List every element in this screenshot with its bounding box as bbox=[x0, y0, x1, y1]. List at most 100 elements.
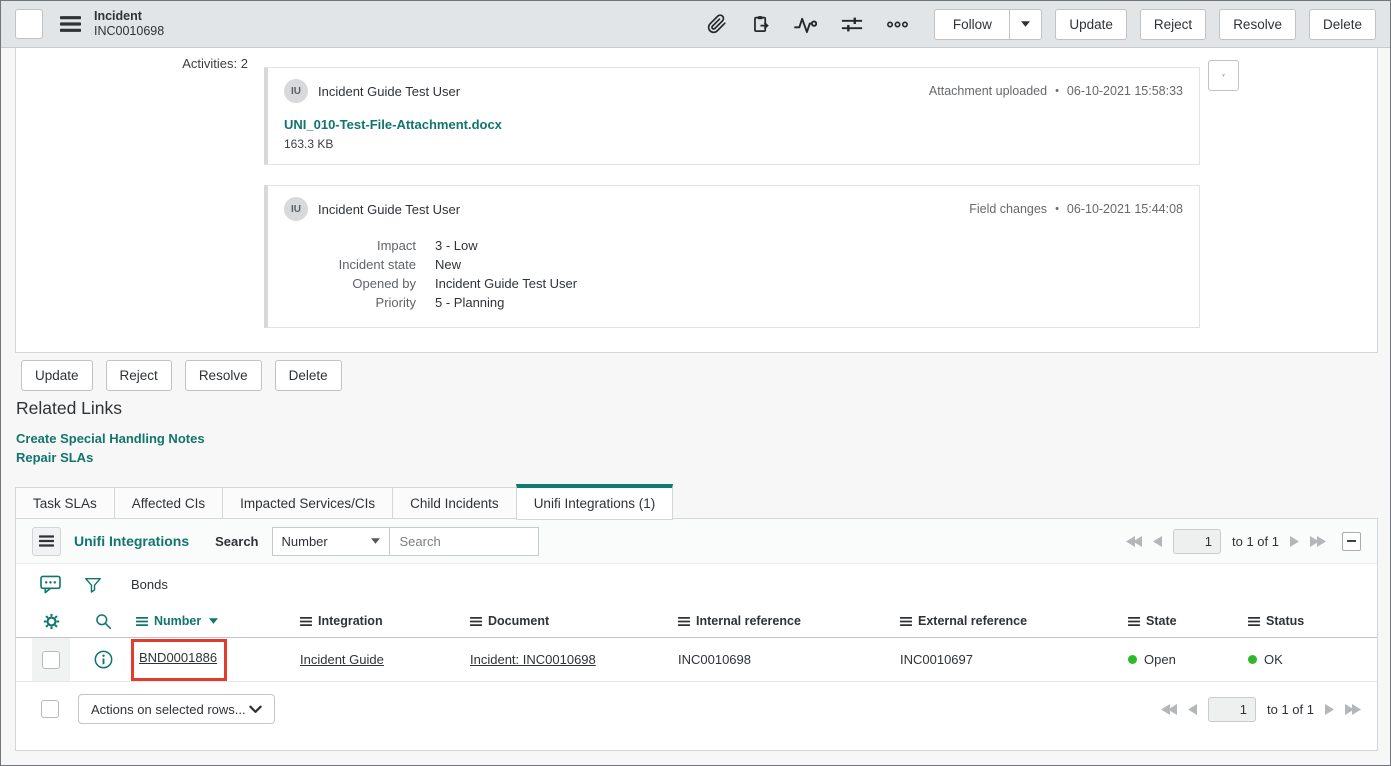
next-page-icon[interactable] bbox=[1290, 536, 1299, 547]
list-search-input[interactable] bbox=[389, 527, 539, 556]
table-search-icon[interactable] bbox=[70, 613, 136, 630]
column-header-external-reference[interactable]: External reference bbox=[900, 614, 1128, 628]
activity-stream-icon[interactable] bbox=[794, 15, 817, 34]
activity-timestamp: 06-10-2021 15:58:33 bbox=[1067, 84, 1183, 98]
page-number-input[interactable] bbox=[1208, 697, 1256, 722]
field-change-row: Impact 3 - Low bbox=[284, 236, 1183, 255]
caret-down-icon bbox=[1021, 21, 1030, 27]
sort-descending-icon bbox=[209, 618, 218, 624]
copy-record-icon[interactable] bbox=[751, 14, 770, 34]
tab-task-slas[interactable]: Task SLAs bbox=[15, 487, 114, 519]
related-link-repair-slas[interactable]: Repair SLAs bbox=[16, 449, 205, 468]
row-info-icon[interactable] bbox=[70, 650, 136, 669]
resolve-button-header[interactable]: Resolve bbox=[1219, 9, 1296, 40]
field-value: 5 - Planning bbox=[435, 293, 504, 312]
reject-button-header[interactable]: Reject bbox=[1140, 9, 1206, 40]
tab-label: Affected CIs bbox=[132, 496, 205, 511]
next-page-icon[interactable] bbox=[1325, 704, 1334, 715]
field-change-row: Priority 5 - Planning bbox=[284, 293, 1183, 312]
activity-event-type: Attachment uploaded bbox=[929, 84, 1047, 98]
document-link[interactable]: Incident: INC0010698 bbox=[470, 652, 596, 667]
last-page-icon[interactable] bbox=[1310, 536, 1326, 547]
column-menu-icon bbox=[300, 617, 312, 626]
previous-page-icon[interactable] bbox=[1153, 536, 1162, 547]
cell-document: Incident: INC0010698 bbox=[470, 652, 678, 667]
column-menu-icon bbox=[136, 617, 148, 626]
resolve-button[interactable]: Resolve bbox=[185, 360, 262, 391]
bond-number-link[interactable]: BND0001886 bbox=[139, 650, 217, 665]
first-page-icon[interactable] bbox=[1161, 704, 1177, 715]
record-type-label: Incident bbox=[94, 9, 164, 24]
page-number-input[interactable] bbox=[1173, 529, 1221, 554]
actions-on-selected-rows-select[interactable]: Actions on selected rows... bbox=[78, 694, 275, 724]
follow-button[interactable]: Follow bbox=[934, 9, 1010, 40]
select-all-checkbox[interactable] bbox=[41, 700, 59, 718]
actions-select-placeholder: Actions on selected rows... bbox=[91, 702, 246, 717]
record-number-label: INC0010698 bbox=[94, 24, 164, 39]
field-value: Incident Guide Test User bbox=[435, 274, 577, 293]
cell-number: BND0001886 bbox=[136, 639, 300, 681]
column-label: Integration bbox=[318, 614, 383, 628]
comments-bubble-icon[interactable] bbox=[40, 575, 61, 594]
list-pagination-top: to 1 of 1 bbox=[1126, 529, 1361, 554]
field-value: New bbox=[435, 255, 461, 274]
follow-dropdown-button[interactable] bbox=[1009, 9, 1042, 40]
state-value: Open bbox=[1144, 652, 1176, 667]
tab-child-incidents[interactable]: Child Incidents bbox=[392, 487, 516, 519]
column-header-document[interactable]: Document bbox=[470, 614, 678, 628]
tab-affected-cis[interactable]: Affected CIs bbox=[114, 487, 222, 519]
field-change-row: Incident state New bbox=[284, 255, 1183, 274]
search-column-value: Number bbox=[282, 534, 328, 549]
personalize-form-icon[interactable] bbox=[841, 16, 863, 33]
search-column-select[interactable]: Number bbox=[272, 527, 390, 556]
column-header-internal-reference[interactable]: Internal reference bbox=[678, 614, 900, 628]
related-link-create-special-handling-notes[interactable]: Create Special Handling Notes bbox=[16, 430, 205, 449]
collapse-list-icon[interactable] bbox=[1342, 532, 1361, 551]
activity-meta: Attachment uploaded • 06-10-2021 15:58:3… bbox=[929, 84, 1183, 98]
table-settings-gear-icon[interactable] bbox=[32, 613, 70, 630]
last-page-icon[interactable] bbox=[1345, 704, 1361, 715]
column-header-number[interactable]: Number bbox=[136, 614, 300, 628]
delete-button-header[interactable]: Delete bbox=[1309, 9, 1376, 40]
column-header-status[interactable]: Status bbox=[1248, 614, 1361, 628]
related-links-list: Create Special Handling Notes Repair SLA… bbox=[16, 430, 205, 467]
tab-unifi-integrations[interactable]: Unifi Integrations (1) bbox=[516, 484, 674, 520]
column-menu-icon bbox=[470, 617, 482, 626]
integration-link[interactable]: Incident Guide bbox=[300, 652, 384, 667]
attachment-paperclip-icon[interactable] bbox=[707, 14, 727, 34]
related-lists-tabbar: Task SLAs Affected CIs Impacted Services… bbox=[15, 484, 673, 519]
list-header: Unifi Integrations Search Number to 1 of… bbox=[16, 519, 1377, 564]
column-header-state[interactable]: State bbox=[1128, 614, 1248, 628]
activity-filter-button[interactable] bbox=[1208, 60, 1239, 91]
list-footer: Actions on selected rows... to 1 of 1 bbox=[16, 682, 1377, 724]
delete-button[interactable]: Delete bbox=[275, 360, 342, 391]
list-toolbar: Bonds bbox=[16, 564, 1377, 605]
more-options-icon[interactable] bbox=[887, 21, 908, 28]
context-menu-icon[interactable] bbox=[60, 16, 81, 32]
field-label: Priority bbox=[284, 293, 416, 312]
back-button[interactable] bbox=[15, 9, 43, 39]
tab-impacted-services-cis[interactable]: Impacted Services/CIs bbox=[222, 487, 392, 519]
column-label: External reference bbox=[918, 614, 1027, 628]
update-button[interactable]: Update bbox=[21, 360, 93, 391]
chevron-down-icon bbox=[249, 705, 262, 714]
list-menu-button[interactable] bbox=[32, 527, 61, 556]
record-title: Incident INC0010698 bbox=[94, 9, 164, 39]
column-header-integration[interactable]: Integration bbox=[300, 614, 470, 628]
row-checkbox[interactable] bbox=[42, 651, 60, 669]
table-row: BND0001886 Incident Guide Incident: INC0… bbox=[16, 638, 1377, 682]
hamburger-icon bbox=[39, 535, 54, 547]
activity-card-attachment: IU Incident Guide Test User Attachment u… bbox=[264, 67, 1200, 165]
activity-section: Activities: 2 IU Incident Guide Test Use… bbox=[15, 48, 1378, 353]
reject-button[interactable]: Reject bbox=[106, 360, 172, 391]
status-value: OK bbox=[1264, 652, 1283, 667]
field-changes-list: Impact 3 - Low Incident state New Opened… bbox=[268, 229, 1199, 327]
list-funnel-icon[interactable] bbox=[84, 576, 102, 594]
column-label: Document bbox=[488, 614, 549, 628]
search-label: Search bbox=[215, 534, 258, 549]
previous-page-icon[interactable] bbox=[1188, 704, 1197, 715]
update-button-header[interactable]: Update bbox=[1055, 9, 1127, 40]
attachment-file-link[interactable]: UNI_010-Test-File-Attachment.docx bbox=[284, 117, 502, 132]
activity-timestamp: 06-10-2021 15:44:08 bbox=[1067, 202, 1183, 216]
first-page-icon[interactable] bbox=[1126, 536, 1142, 547]
